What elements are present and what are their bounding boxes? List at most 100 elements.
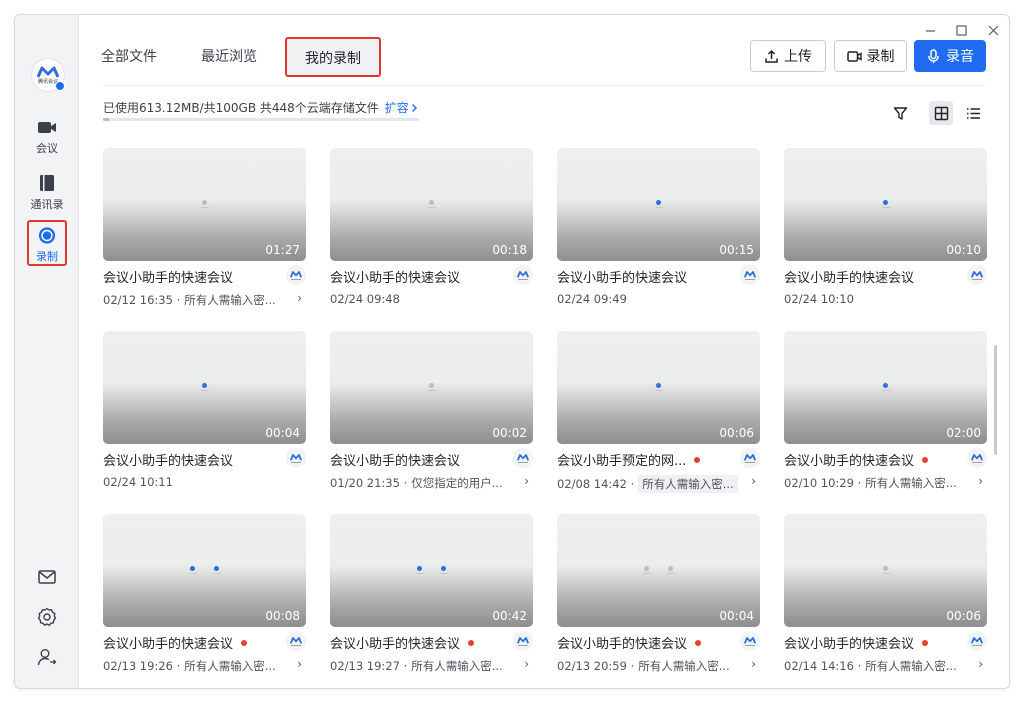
recording-card[interactable]: 00:18 会议小助手的快速会议 02/24 09:48 xyxy=(330,148,533,308)
chevron-right-icon[interactable]: › xyxy=(978,657,983,671)
recording-title: 会议小助手的快速会议 xyxy=(330,271,461,286)
recording-thumbnail[interactable]: 00:02 xyxy=(330,331,533,444)
recording-card[interactable]: 00:42 会议小助手的快速会议 02/13 19:27 · 所有人需输入密..… xyxy=(330,514,533,674)
close-button[interactable] xyxy=(981,19,1005,41)
recording-title-row[interactable]: 会议小助手的快速会议 xyxy=(330,267,460,286)
app-logo[interactable]: 腾讯会议 xyxy=(31,58,65,92)
recording-title-row[interactable]: 会议小助手的快速会议 xyxy=(784,450,929,469)
recording-time: 02/13 19:27 · xyxy=(330,659,408,673)
recording-permission[interactable]: 所有人需输入密... xyxy=(411,658,502,674)
recording-thumbnail[interactable]: 00:04 xyxy=(103,331,306,444)
recording-card[interactable]: 00:08 会议小助手的快速会议 02/13 19:26 · 所有人需输入密..… xyxy=(103,514,306,674)
recording-meta: 02/10 10:29 · 所有人需输入密... xyxy=(784,475,957,491)
recording-card[interactable]: 01:27 会议小助手的快速会议 02/12 16:35 · 所有人需输入密..… xyxy=(103,148,306,308)
recording-status-dot xyxy=(468,639,475,646)
filter-button[interactable] xyxy=(888,101,912,125)
recording-card[interactable]: 00:06 会议小助手预定的网... 02/08 14:42 · 所有人需输入密… xyxy=(557,331,760,493)
recording-thumbnail[interactable]: 01:27 xyxy=(103,148,306,261)
chevron-right-icon[interactable]: › xyxy=(297,291,302,305)
recording-thumbnail[interactable]: 00:10 xyxy=(784,148,987,261)
tab-my-recordings[interactable]: 我的录制 xyxy=(285,37,381,77)
thumbnail-content xyxy=(557,566,760,574)
recording-title-row[interactable]: 会议小助手的快速会议 xyxy=(103,633,248,652)
maximize-button[interactable] xyxy=(949,19,973,41)
upload-button[interactable]: 上传 xyxy=(750,40,826,72)
recording-thumbnail[interactable]: 00:04 xyxy=(557,514,760,627)
recording-title-row[interactable]: 会议小助手的快速会议 xyxy=(330,450,460,469)
recording-permission[interactable]: 所有人需输入密... xyxy=(865,475,956,491)
audio-record-button[interactable]: 录音 xyxy=(914,40,986,72)
recording-title-row[interactable]: 会议小助手预定的网... xyxy=(557,450,701,469)
recording-title-row[interactable]: 会议小助手的快速会议 xyxy=(330,633,475,652)
recording-card[interactable]: 00:06 会议小助手的快速会议 02/14 14:16 · 所有人需输入密..… xyxy=(784,514,987,674)
chevron-right-icon[interactable]: › xyxy=(978,474,983,488)
recording-title-row[interactable]: 会议小助手的快速会议 xyxy=(784,267,914,286)
recording-duration: 02:00 xyxy=(946,426,981,440)
participant-avatar-icon xyxy=(200,383,209,391)
chevron-right-icon[interactable]: › xyxy=(297,657,302,671)
participant-avatar-icon xyxy=(427,200,436,208)
recording-thumbnail[interactable]: 02:00 xyxy=(784,331,987,444)
recording-time: 02/14 14:16 · xyxy=(784,659,862,673)
thumbnail-content xyxy=(784,383,987,391)
account-button[interactable] xyxy=(35,645,59,669)
recording-permission[interactable]: 所有人需输入密... xyxy=(184,292,275,308)
grid-view-icon xyxy=(934,106,948,120)
sidebar-item-recordings[interactable]: 录制 xyxy=(27,220,67,266)
recording-title-row[interactable]: 会议小助手的快速会议 xyxy=(103,450,233,469)
tab-all-files[interactable]: 全部文件 xyxy=(79,37,179,77)
minimize-button[interactable] xyxy=(918,19,942,41)
recording-card[interactable]: 00:04 会议小助手的快速会议 02/24 10:11 xyxy=(103,331,306,491)
recording-permission[interactable]: 所有人需输入密... xyxy=(184,658,275,674)
recording-time: 02/24 10:10 xyxy=(784,292,854,306)
sidebar-item-contacts[interactable]: 通讯录 xyxy=(23,169,71,213)
recording-time: 02/24 09:48 xyxy=(330,292,400,306)
recording-title-row[interactable]: 会议小助手的快速会议 xyxy=(784,633,929,652)
recording-title-row[interactable]: 会议小助手的快速会议 xyxy=(557,633,702,652)
recording-thumbnail[interactable]: 00:18 xyxy=(330,148,533,261)
chevron-right-icon[interactable]: › xyxy=(524,657,529,671)
recording-title: 会议小助手的快速会议 xyxy=(784,637,915,652)
recording-permission[interactable]: 所有人需输入密... xyxy=(865,658,956,674)
recording-thumbnail[interactable]: 00:06 xyxy=(784,514,987,627)
recording-meta: 02/24 09:48 xyxy=(330,292,400,306)
close-icon xyxy=(988,25,998,35)
chevron-right-icon[interactable]: › xyxy=(524,474,529,488)
recording-card[interactable]: 00:02 会议小助手的快速会议 01/20 21:35 · 仅您指定的用户..… xyxy=(330,331,533,491)
chevron-right-icon[interactable]: › xyxy=(751,657,756,671)
recording-thumbnail[interactable]: 00:15 xyxy=(557,148,760,261)
record-button[interactable]: 录制 xyxy=(834,40,907,72)
mail-button[interactable] xyxy=(35,565,59,589)
recording-card[interactable]: 00:15 会议小助手的快速会议 02/24 09:49 xyxy=(557,148,760,308)
contacts-icon xyxy=(40,175,54,191)
scrollbar-thumb[interactable] xyxy=(994,345,997,455)
recording-title-row[interactable]: 会议小助手的快速会议 xyxy=(103,267,233,286)
recording-thumbnail[interactable]: 00:06 xyxy=(557,331,760,444)
sidebar-item-label: 通讯录 xyxy=(30,198,64,211)
recording-title: 会议小助手的快速会议 xyxy=(330,637,461,652)
recording-title: 会议小助手的快速会议 xyxy=(103,454,234,469)
recording-duration: 00:15 xyxy=(719,243,754,257)
recording-permission[interactable]: 仅您指定的用户... xyxy=(411,475,502,491)
recording-card[interactable]: 00:04 会议小助手的快速会议 02/13 20:59 · 所有人需输入密..… xyxy=(557,514,760,674)
chevron-right-icon[interactable]: › xyxy=(751,474,756,488)
recording-time: 02/10 10:29 · xyxy=(784,476,862,490)
recording-permission[interactable]: 所有人需输入密... xyxy=(638,475,738,493)
recording-thumbnail[interactable]: 00:42 xyxy=(330,514,533,627)
recording-title-row[interactable]: 会议小助手的快速会议 xyxy=(557,267,687,286)
list-view-button[interactable] xyxy=(961,101,985,125)
meeting-app-icon xyxy=(967,448,987,468)
recording-card[interactable]: 00:10 会议小助手的快速会议 02/24 10:10 xyxy=(784,148,987,308)
recording-card[interactable]: 02:00 会议小助手的快速会议 02/10 10:29 · 所有人需输入密..… xyxy=(784,331,987,491)
recording-status-dot xyxy=(241,639,248,646)
settings-button[interactable] xyxy=(35,605,59,629)
recording-permission[interactable]: 所有人需输入密... xyxy=(638,658,729,674)
minimize-icon xyxy=(925,29,935,32)
expand-storage-link[interactable]: 扩容 xyxy=(385,99,419,116)
thumbnail-content xyxy=(103,566,306,574)
tab-recent[interactable]: 最近浏览 xyxy=(179,37,279,77)
record-label: 录制 xyxy=(866,49,895,65)
grid-view-button[interactable] xyxy=(929,101,953,125)
sidebar-item-meetings[interactable]: 会议 xyxy=(23,113,71,157)
recording-thumbnail[interactable]: 00:08 xyxy=(103,514,306,627)
